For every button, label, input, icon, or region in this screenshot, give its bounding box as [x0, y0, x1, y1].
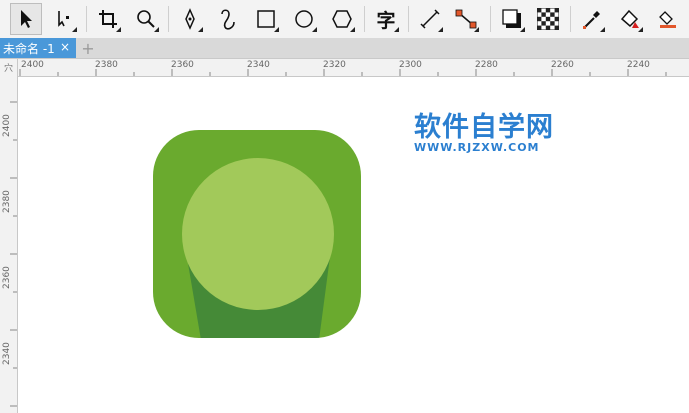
watermark-title: 软件自学网 — [414, 112, 554, 143]
freehand-tool-button[interactable] — [174, 3, 206, 35]
curve-icon — [221, 9, 235, 30]
flyout-indicator — [438, 27, 443, 32]
toolbar-separator — [570, 6, 571, 32]
color-eyedropper-tool-button[interactable] — [576, 3, 608, 35]
flyout-indicator — [198, 27, 203, 32]
horizontal-ruler[interactable]: 2400 2380 2360 2340 2320 2300 2280 2260 … — [0, 59, 689, 77]
ruler-label: 2380 — [95, 60, 118, 70]
artistic-media-tool-button[interactable] — [212, 3, 244, 35]
shape-tool-button[interactable] — [48, 3, 80, 35]
toolbar-separator — [490, 6, 491, 32]
arrow-pointer-icon — [21, 10, 32, 28]
zoom-tool-button[interactable] — [130, 3, 162, 35]
flyout-indicator — [116, 27, 121, 32]
drop-shadow-tool-button[interactable] — [496, 3, 528, 35]
interactive-fill-tool-button[interactable] — [614, 3, 646, 35]
text-tool-button[interactable]: 字 — [370, 3, 402, 35]
polygon-tool-button[interactable] — [326, 3, 358, 35]
ruler-label: 2400 — [2, 114, 12, 137]
transparency-tool-button[interactable] — [532, 3, 564, 35]
ruler-label: 2320 — [323, 60, 346, 70]
text-icon: 字 — [376, 9, 396, 32]
crop-tool-button[interactable] — [92, 3, 124, 35]
watermark-url: WWW.RJZXW.COM — [414, 141, 540, 154]
ruler-label: 2280 — [475, 60, 498, 70]
document-tab-bar: 未命名 -1 × + — [0, 38, 689, 59]
ruler-label: 2300 — [399, 60, 422, 70]
ruler-label: 2400 — [21, 60, 44, 70]
flyout-indicator — [474, 27, 479, 32]
close-icon[interactable]: × — [60, 40, 70, 54]
add-tab-button[interactable]: + — [80, 38, 96, 58]
tab-untitled-1[interactable]: 未命名 -1 × — [0, 38, 76, 58]
rectangle-tool-button[interactable] — [250, 3, 282, 35]
circle-shape[interactable] — [182, 158, 334, 310]
pick-tool-button[interactable] — [10, 3, 42, 35]
flyout-indicator — [394, 27, 399, 32]
ruler-label: 2360 — [2, 266, 12, 289]
vertical-ruler[interactable]: 2400 2380 2360 2340 — [0, 59, 18, 413]
site-watermark: 软件自学网 WWW.RJZXW.COM — [414, 105, 554, 154]
flyout-indicator — [638, 27, 643, 32]
ruler-label: 2260 — [551, 60, 574, 70]
flyout-indicator — [350, 27, 355, 32]
toolbar-separator — [86, 6, 87, 32]
toolbar-separator — [364, 6, 365, 32]
ruler-label: 2360 — [171, 60, 194, 70]
flyout-indicator — [154, 27, 159, 32]
toolbar-separator — [408, 6, 409, 32]
toolbox: 字 — [0, 0, 689, 39]
ruler-label: 2340 — [2, 342, 12, 365]
flyout-indicator — [520, 27, 525, 32]
ruler-label: 2340 — [247, 60, 270, 70]
flyout-indicator — [274, 27, 279, 32]
checkerboard-icon — [537, 8, 559, 30]
app-icon-artwork[interactable] — [153, 130, 363, 340]
dimension-tool-button[interactable] — [414, 3, 446, 35]
ruler-origin-corner[interactable]: 穴 — [0, 59, 17, 76]
toolbar-separator — [168, 6, 169, 32]
connector-tool-button[interactable] — [450, 3, 482, 35]
ruler-label: 2240 — [627, 60, 650, 70]
flyout-indicator — [600, 27, 605, 32]
smart-fill-icon — [659, 11, 676, 28]
ruler-label: 2380 — [2, 190, 12, 213]
tab-label: 未命名 -1 — [3, 41, 55, 56]
smart-fill-tool-button[interactable] — [652, 3, 684, 35]
ellipse-tool-button[interactable] — [288, 3, 320, 35]
flyout-indicator — [72, 27, 77, 32]
flyout-indicator — [312, 27, 317, 32]
drawing-canvas[interactable]: 软件自学网 WWW.RJZXW.COM — [18, 77, 689, 413]
